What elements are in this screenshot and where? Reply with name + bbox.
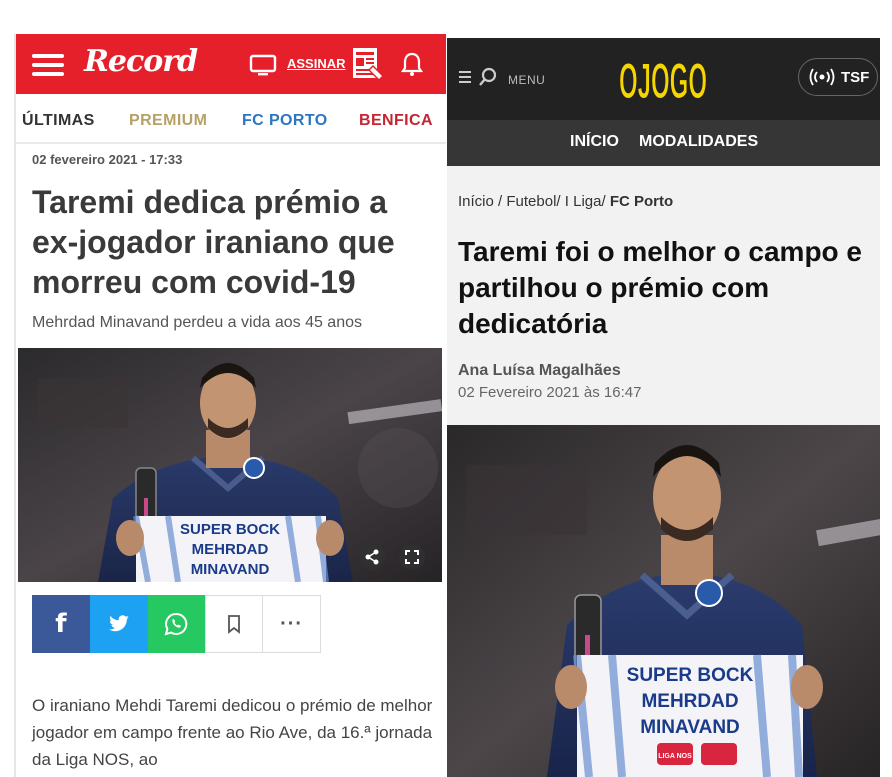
record-article-screenshot: Record ASSINAR ÚLTIMAS PREMIUM FC PORTO … xyxy=(14,34,446,777)
tsf-label: TSF xyxy=(841,69,870,86)
svg-text:OJOGO: OJOGO xyxy=(619,53,707,106)
bookmark-icon xyxy=(228,615,241,634)
section-tabs: ÚLTIMAS PREMIUM FC PORTO BENFICA xyxy=(16,94,446,144)
article-headline: Taremi foi o melhor o campo e partilhou … xyxy=(458,236,863,339)
sponsor-text: LIGA NOS xyxy=(658,753,692,760)
more-options-button[interactable]: ··· xyxy=(263,595,321,653)
menu-icon[interactable] xyxy=(459,71,471,83)
bell-icon[interactable] xyxy=(401,51,423,77)
article-headline: Taremi dedica prémio a ex-jogador irania… xyxy=(32,184,395,300)
article-date: 02 Fevereiro 2021 às 16:47 xyxy=(458,384,642,401)
newspaper-icon[interactable] xyxy=(351,46,385,84)
ojogo-article-screenshot: MENU OJOGO TSF INÍCIO MODALIDADES Início… xyxy=(447,38,880,777)
bookmark-button[interactable] xyxy=(205,595,264,653)
article: Início / Futebol/ I Liga/ FC Porto Tarem… xyxy=(447,166,880,777)
facebook-icon: f xyxy=(55,609,67,639)
article: 02 fevereiro 2021 - 17:33 Taremi dedica … xyxy=(16,144,446,777)
breadcrumb-item[interactable]: I Liga xyxy=(565,193,602,210)
tv-icon[interactable] xyxy=(249,54,277,76)
tab-fc-porto[interactable]: FC PORTO xyxy=(242,112,328,130)
article-photo[interactable]: SUPER BOCK MEHRDAD MINAVAND LIGA NOS xyxy=(447,425,880,777)
menu-label[interactable]: MENU xyxy=(508,73,545,87)
tsf-radio-button[interactable]: TSF xyxy=(798,58,878,96)
article-author[interactable]: Ana Luísa Magalhães xyxy=(458,362,621,380)
whatsapp-icon xyxy=(165,612,188,636)
tab-ultimas[interactable]: ÚLTIMAS xyxy=(22,112,95,130)
record-header: Record ASSINAR xyxy=(16,34,446,94)
shirt-text: SUPER BOCK xyxy=(180,521,280,538)
article-date: 02 fevereiro 2021 - 17:33 xyxy=(32,152,183,167)
nav-modalidades[interactable]: MODALIDADES xyxy=(639,133,758,151)
breadcrumb: Início / Futebol/ I Liga/ FC Porto xyxy=(458,193,674,210)
fullscreen-icon[interactable] xyxy=(399,544,425,570)
ojogo-nav: INÍCIO MODALIDADES xyxy=(447,120,880,166)
breadcrumb-item[interactable]: Início xyxy=(458,193,494,210)
ojogo-header: MENU OJOGO TSF xyxy=(447,38,880,120)
breadcrumb-item[interactable]: Futebol xyxy=(506,193,556,210)
article-subtitle: Mehrdad Minavand perdeu a vida aos 45 an… xyxy=(32,314,362,331)
shirt-text: MINAVAND xyxy=(640,717,740,738)
nav-inicio[interactable]: INÍCIO xyxy=(570,133,619,151)
search-icon[interactable] xyxy=(478,67,498,87)
shirt-text: MEHRDAD xyxy=(192,541,269,558)
facebook-share-button[interactable]: f xyxy=(32,595,90,653)
twitter-share-button[interactable] xyxy=(89,595,148,653)
tab-benfica[interactable]: BENFICA xyxy=(359,112,433,130)
social-share-bar: f ··· xyxy=(32,595,321,653)
whatsapp-share-button[interactable] xyxy=(147,595,206,653)
subscribe-link[interactable]: ASSINAR xyxy=(287,56,346,71)
menu-icon[interactable] xyxy=(32,54,64,76)
more-icon: ··· xyxy=(280,612,304,635)
share-icon[interactable] xyxy=(359,544,385,570)
twitter-icon xyxy=(108,615,129,632)
article-body: O iraniano Mehdi Taremi dedicou o prémio… xyxy=(32,696,433,769)
record-logo[interactable]: Record xyxy=(84,44,198,79)
ojogo-logo[interactable]: OJOGO xyxy=(617,52,709,107)
shirt-text: SUPER BOCK xyxy=(627,665,754,686)
breadcrumb-current[interactable]: FC Porto xyxy=(610,193,673,210)
radio-icon xyxy=(809,68,835,86)
shirt-text: MEHRDAD xyxy=(641,691,738,712)
shirt-text: MINAVAND xyxy=(191,561,270,578)
tab-premium[interactable]: PREMIUM xyxy=(129,112,207,130)
